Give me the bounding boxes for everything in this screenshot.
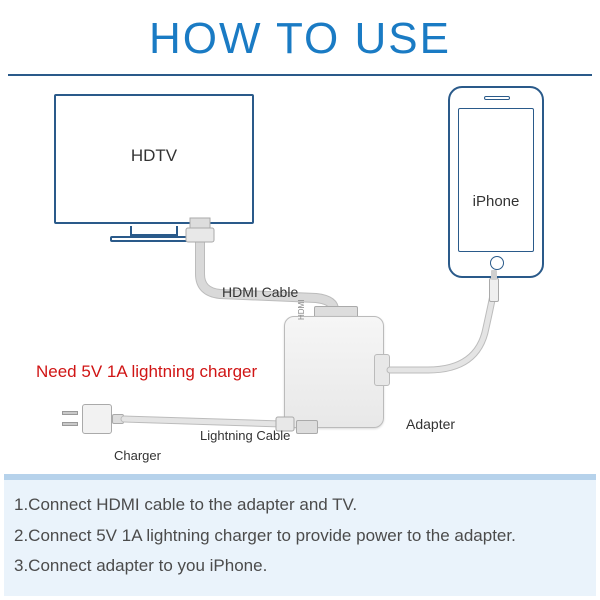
instructions-panel: 1.Connect HDMI cable to the adapter and … bbox=[4, 474, 596, 596]
step-1: 1.Connect HDMI cable to the adapter and … bbox=[14, 490, 586, 521]
lightning-charging-cable bbox=[0, 78, 600, 478]
hdmi-cable-label: HDMI Cable bbox=[222, 284, 298, 300]
step-2: 2.Connect 5V 1A lightning charger to pro… bbox=[14, 521, 586, 552]
adapter-label: Adapter bbox=[406, 416, 455, 432]
page-title: HOW TO USE bbox=[8, 0, 592, 76]
step-3: 3.Connect adapter to you iPhone. bbox=[14, 551, 586, 582]
lightning-cable-label: Lightning Cable bbox=[200, 428, 290, 443]
diagram-canvas: HDTV iPhone HDMI HD bbox=[0, 78, 600, 478]
charger-label: Charger bbox=[114, 448, 161, 463]
charger-warning-text: Need 5V 1A lightning charger bbox=[36, 362, 257, 382]
